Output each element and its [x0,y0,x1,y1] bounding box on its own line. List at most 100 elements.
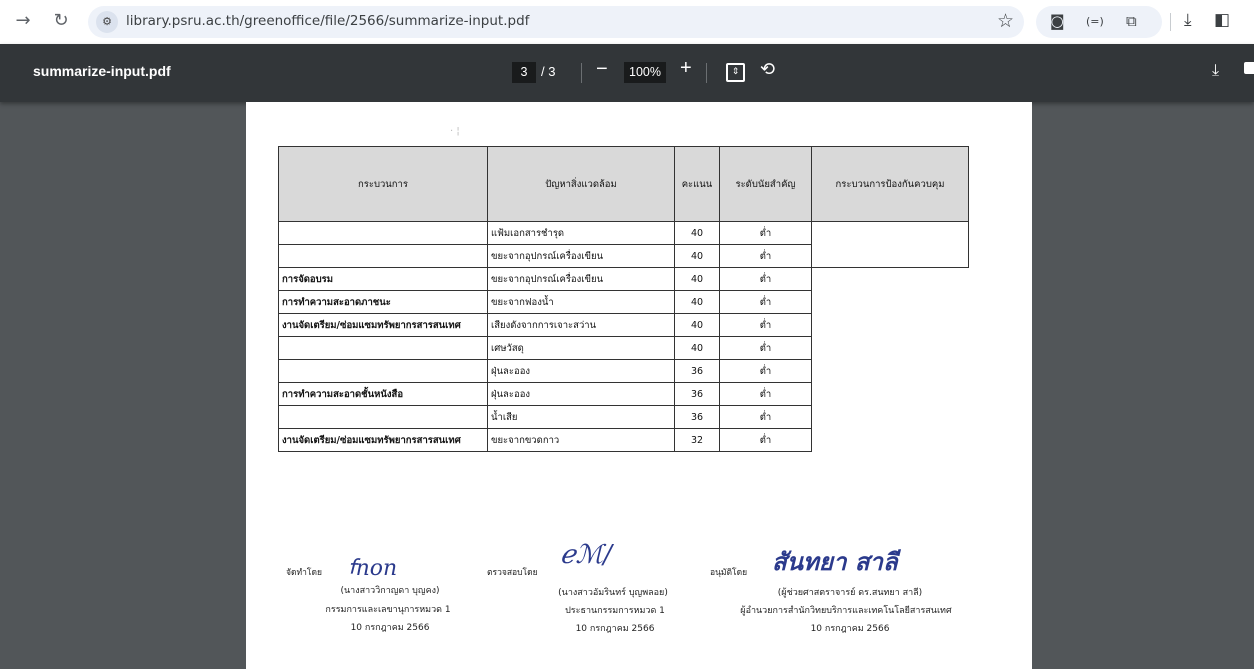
forward-icon[interactable]: → [12,10,34,32]
table-row: การทำความสะอาดภาชนะ ขยะจากฟองน้ำ 40 ต่ำ [278,290,969,314]
cell-significance: ต่ำ [719,428,812,452]
header-control: กระบวนการป้องกันควบคุม [811,146,969,222]
cell-significance: ต่ำ [719,267,812,291]
zoom-out-button[interactable]: − [596,58,608,81]
reload-icon[interactable]: ↻ [50,10,72,32]
cell-score: 36 [674,382,720,406]
page-total: / 3 [541,64,556,79]
puzzle-icon[interactable]: ⧉ [1126,12,1137,30]
zoom-in-button[interactable]: + [680,57,692,80]
divider [706,63,707,83]
download-icon[interactable]: ⤓ [1184,10,1192,30]
cell-significance: ต่ำ [719,405,812,429]
cell-environment-issue: ขยะจากอุปกรณ์เครื่องเขียน [487,267,675,291]
table-row: ฝุ่นละออง 36 ต่ำ [278,359,969,383]
cell-score: 32 [674,428,720,452]
table-row: น้ำเสีย 36 ต่ำ [278,405,969,429]
extensions-group: ◙ (=) ⧉ [1036,6,1162,38]
table-row: งานจัดเตรียม/ซ่อมแซมทรัพยากรสารสนเทศ ขยะจ… [278,428,969,452]
pdf-download-icon[interactable]: ⤓ [1212,60,1219,80]
cell-process [278,336,488,360]
browser-toolbar: → ↻ ⚙ library.psru.ac.th/greenoffice/fil… [0,0,1254,45]
extension-icon[interactable]: (=) [1086,15,1104,28]
cell-score: 40 [674,290,720,314]
cell-score: 40 [674,244,720,268]
prepared-signature: ꬵnon [348,556,398,581]
cell-process: การจัดอบรม [278,267,488,291]
approved-date: 10 กรกฎาคม 2566 [810,624,890,634]
header-environment-issue: ปัญหาสิ่งแวดล้อม [487,146,675,222]
cell-environment-issue: เสียงดังจากการเจาะสว่าน [487,313,675,337]
cell-score: 40 [674,267,720,291]
cell-environment-issue: ขยะจากขวดกาว [487,428,675,452]
header-process: กระบวนการ [278,146,488,222]
prepared-position: กรรมการและเลขานุการหมวด 1 [325,605,451,615]
cell-process [278,405,488,429]
cell-significance: ต่ำ [719,313,812,337]
cell-process [278,244,488,268]
prepared-date: 10 กรกฎาคม 2566 [350,623,430,633]
cell-significance: ต่ำ [719,221,812,245]
pdf-title: summarize-input.pdf [33,63,171,79]
rotate-icon[interactable]: ⟲ [760,59,775,80]
scan-mark: · ¦ [450,126,460,137]
cell-environment-issue: ขยะจากอุปกรณ์เครื่องเขียน [487,244,675,268]
fit-page-icon[interactable]: ⇕ [726,63,745,82]
cell-environment-issue: ฝุ่นละออง [487,359,675,383]
approved-label: อนุมัติโดย [710,568,748,578]
cell-significance: ต่ำ [719,359,812,383]
print-icon[interactable] [1244,62,1254,74]
zoom-input[interactable]: 100% [624,62,666,83]
header-significance: ระดับนัยสำคัญ [719,146,812,222]
cell-process: งานจัดเตรียม/ซ่อมแซมทรัพยากรสารสนเทศ [278,428,488,452]
checked-position: ประธานกรรมการหมวด 1 [565,606,665,616]
divider [581,63,582,83]
cell-process [278,359,488,383]
checked-signature: ℯℳ∕ [560,540,612,570]
checked-date: 10 กรกฎาคม 2566 [575,624,655,634]
checked-name: (นางสาวอัมรินทร์ บุญพลอย) [558,588,668,598]
cell-score: 40 [674,221,720,245]
table-row: การจัดอบรม ขยะจากอุปกรณ์เครื่องเขียน 40 ต่ำ [278,267,969,291]
cell-environment-issue: เศษวัสดุ [487,336,675,360]
side-panel-icon[interactable]: ◧ [1214,10,1230,30]
prepared-label: จัดทำโดย [286,568,322,578]
cell-environment-issue: ฝุ่นละออง [487,382,675,406]
pdf-toolbar: summarize-input.pdf 3 / 3 − 100% + ⇕ ⟲ ⤓ [0,44,1254,102]
cell-environment-issue: ขยะจากฟองน้ำ [487,290,675,314]
address-bar[interactable]: ⚙ library.psru.ac.th/greenoffice/file/25… [88,6,1024,38]
cell-process: การทำความสะอาดชั้นหนังสือ [278,382,488,406]
site-info-icon[interactable]: ⚙ [96,11,118,33]
url-text[interactable]: library.psru.ac.th/greenoffice/file/2566… [126,13,529,29]
cell-score: 40 [674,313,720,337]
approved-name: (ผู้ช่วยศาสตราจารย์ ดร.สนทยา สาลี) [777,588,923,598]
approved-position: ผู้อำนวยการสำนักวิทยบริการและเทคโนโลยีสา… [740,606,952,616]
header-score: คะแนน [674,146,720,222]
table-row: งานจัดเตรียม/ซ่อมแซมทรัพยากรสารสนเทศ เสีย… [278,313,969,337]
table-header-row: กระบวนการ ปัญหาสิ่งแวดล้อม คะแนน ระดับนั… [278,146,969,222]
cell-control [811,221,969,268]
cell-process [278,221,488,245]
cell-environment-issue: น้ำเสีย [487,405,675,429]
cell-process: งานจัดเตรียม/ซ่อมแซมทรัพยากรสารสนเทศ [278,313,488,337]
cell-score: 36 [674,405,720,429]
cell-score: 36 [674,359,720,383]
table-row: เศษวัสดุ 40 ต่ำ [278,336,969,360]
table-row: แฟ้มเอกสารชำรุด 40 ต่ำ [278,221,969,268]
approved-signature: สันทยา สาลี [772,547,898,576]
table-row: การทำความสะอาดชั้นหนังสือ ฝุ่นละออง 36 ต่ำ [278,382,969,406]
screenshot-icon[interactable]: ◙ [1050,12,1065,30]
cell-significance: ต่ำ [719,290,812,314]
risk-table: กระบวนการ ปัญหาสิ่งแวดล้อม คะแนน ระดับนั… [278,146,969,452]
page-number-input[interactable]: 3 [512,62,536,83]
cell-significance: ต่ำ [719,336,812,360]
divider [1170,13,1171,31]
bookmark-star-icon[interactable]: ☆ [997,10,1014,32]
cell-significance: ต่ำ [719,244,812,268]
prepared-name: (นางสาววิกาญดา บุญคง) [340,586,440,596]
checked-label: ตรวจสอบโดย [487,568,538,578]
cell-environment-issue: แฟ้มเอกสารชำรุด [487,221,675,245]
cell-process: การทำความสะอาดภาชนะ [278,290,488,314]
cell-score: 40 [674,336,720,360]
cell-significance: ต่ำ [719,382,812,406]
